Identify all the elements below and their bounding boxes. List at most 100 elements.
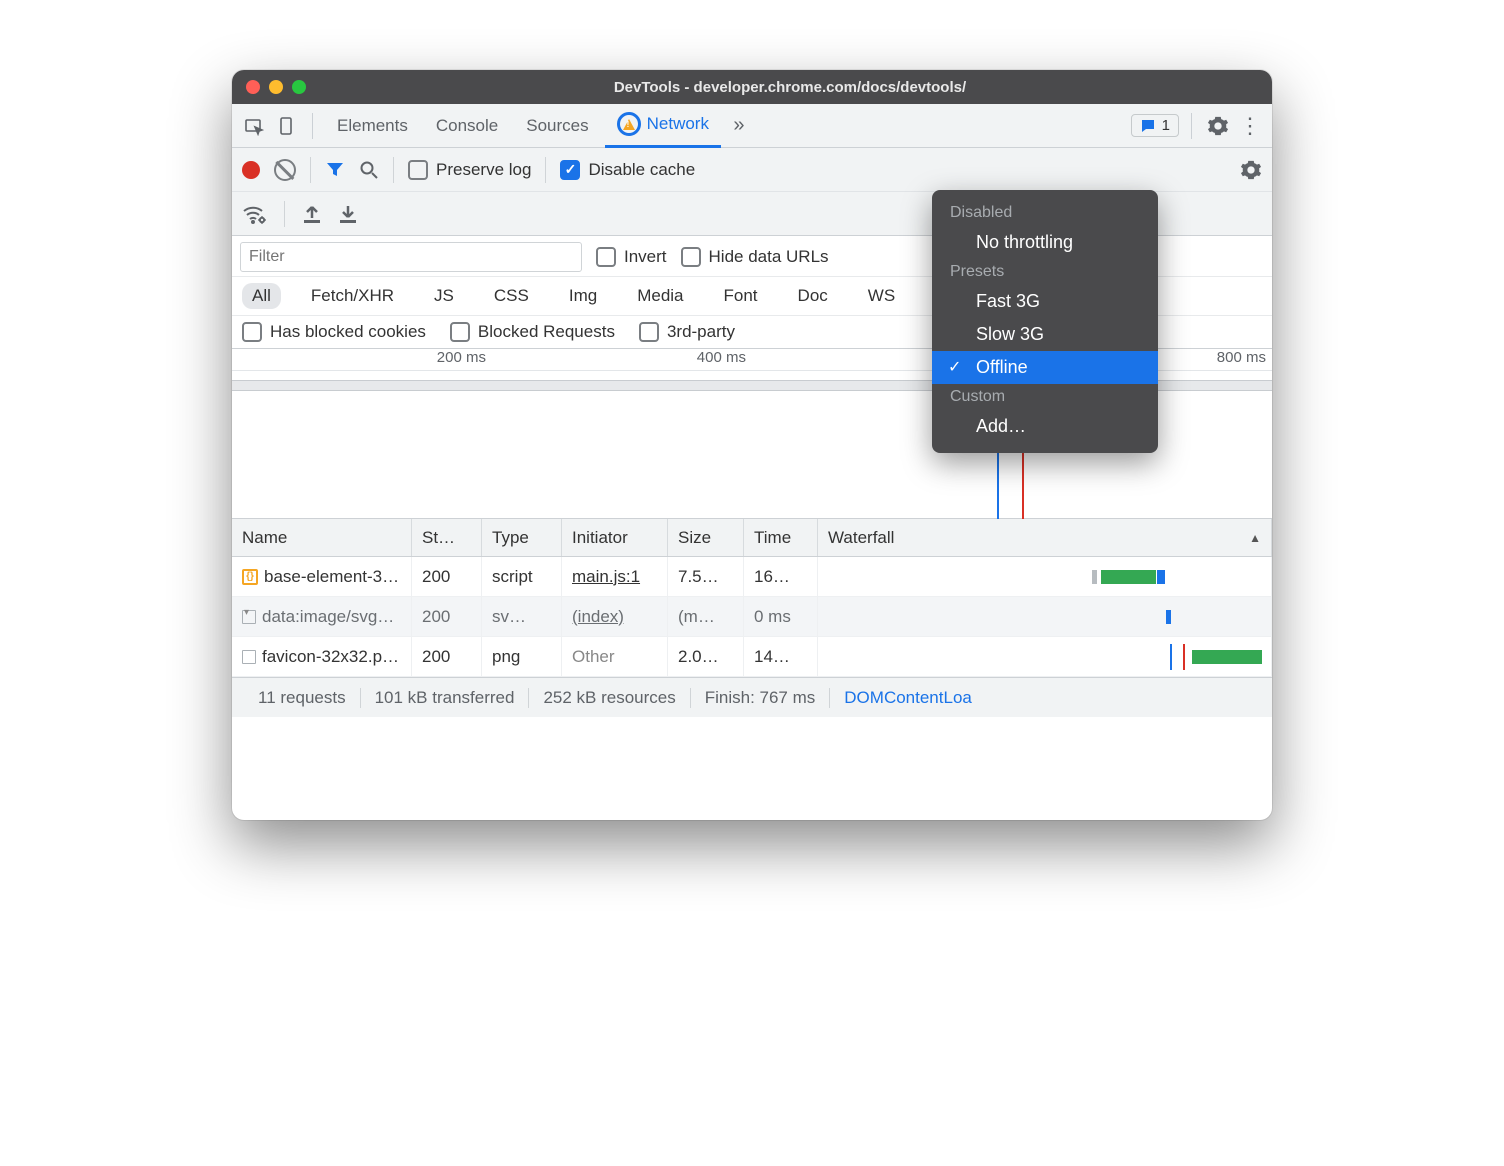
cell-time: 16… [744,557,818,596]
kebab-icon[interactable]: ⋮ [1236,112,1264,140]
chip-img[interactable]: Img [559,283,607,309]
cell-status: 200 [412,637,482,676]
filter-icon[interactable] [325,160,345,180]
checkbox-icon [408,160,428,180]
script-icon [242,569,258,585]
search-icon[interactable] [359,160,379,180]
cell-type: png [482,637,562,676]
messages-button[interactable]: 1 [1131,114,1179,137]
table-row[interactable]: favicon-32x32.p… 200 png Other 2.0… 14… [232,637,1272,677]
network-settings-icon[interactable] [1240,159,1262,181]
header-time[interactable]: Time [744,519,818,556]
tab-console[interactable]: Console [424,104,510,148]
status-domcontentloaded: DOMContentLoa [830,688,986,708]
checkbox-icon [596,247,616,267]
dropdown-group-label: Presets [932,259,1158,285]
export-har-icon[interactable] [339,204,357,224]
status-requests: 11 requests [244,688,361,708]
table-header: Name St… Type Initiator Size Time Waterf… [232,519,1272,557]
throttle-no-throttling[interactable]: No throttling [932,226,1158,259]
chip-fetch-xhr[interactable]: Fetch/XHR [301,283,404,309]
checkbox-icon [681,247,701,267]
record-button[interactable] [242,161,260,179]
throttle-fast-3g[interactable]: Fast 3G [932,285,1158,318]
checkbox-label: Preserve log [436,160,531,180]
import-har-icon[interactable] [303,204,321,224]
checkbox-icon [242,322,262,342]
minimize-icon[interactable] [269,80,283,94]
tab-label: Console [436,116,498,136]
chip-ws[interactable]: WS [858,283,905,309]
checkbox-label: Invert [624,247,667,267]
third-party-checkbox[interactable]: 3rd-party [639,322,735,342]
cell-status: 200 [412,597,482,636]
header-waterfall[interactable]: Waterfall▲ [818,519,1272,556]
inspect-icon[interactable] [240,112,268,140]
tab-label: Sources [526,116,588,136]
sort-icon: ▲ [1249,531,1261,545]
status-finish: Finish: 767 ms [691,688,831,708]
clear-icon[interactable] [274,159,296,181]
chip-js[interactable]: JS [424,283,464,309]
window-title: DevTools - developer.chrome.com/docs/dev… [322,79,1258,96]
cell-size: (m… [668,597,744,636]
cell-name: base-element-3… [264,567,399,587]
disable-cache-checkbox[interactable]: Disable cache [560,160,695,180]
table-row[interactable]: data:image/svg… 200 sv… (index) (m… 0 ms [232,597,1272,637]
messages-count: 1 [1162,117,1170,134]
cell-name: favicon-32x32.p… [262,647,399,667]
cell-size: 2.0… [668,637,744,676]
header-name[interactable]: Name [232,519,412,556]
file-icon [242,650,256,664]
cell-initiator: Other [572,647,615,667]
header-type[interactable]: Type [482,519,562,556]
tab-sources[interactable]: Sources [514,104,600,148]
header-status[interactable]: St… [412,519,482,556]
cell-type: sv… [482,597,562,636]
network-toolbar: Preserve log Disable cache [232,148,1272,192]
header-size[interactable]: Size [668,519,744,556]
chip-media[interactable]: Media [627,283,693,309]
invert-checkbox[interactable]: Invert [596,247,667,267]
more-tabs-icon[interactable]: » [725,112,753,140]
throttling-dropdown: Disabled No throttling Presets Fast 3G S… [932,190,1158,453]
checkbox-label: Blocked Requests [478,322,615,342]
table-row[interactable]: base-element-3… 200 script main.js:1 7.5… [232,557,1272,597]
throttle-offline[interactable]: Offline [932,351,1158,384]
image-icon [242,610,256,624]
settings-icon[interactable] [1204,112,1232,140]
titlebar: DevTools - developer.chrome.com/docs/dev… [232,70,1272,104]
maximize-icon[interactable] [292,80,306,94]
cell-waterfall [818,557,1272,596]
cell-initiator[interactable]: (index) [572,607,624,627]
tab-elements[interactable]: Elements [325,104,420,148]
chip-all[interactable]: All [242,283,281,309]
traffic-lights [246,80,306,94]
divider [1191,113,1192,139]
blocked-cookies-checkbox[interactable]: Has blocked cookies [242,322,426,342]
chip-css[interactable]: CSS [484,283,539,309]
tab-network[interactable]: Network [605,104,721,148]
chip-font[interactable]: Font [714,283,768,309]
checkbox-icon [560,160,580,180]
throttle-slow-3g[interactable]: Slow 3G [932,318,1158,351]
header-initiator[interactable]: Initiator [562,519,668,556]
hide-data-urls-checkbox[interactable]: Hide data URLs [681,247,829,267]
close-icon[interactable] [246,80,260,94]
preserve-log-checkbox[interactable]: Preserve log [408,160,531,180]
cell-waterfall [818,597,1272,636]
panel-tabstrip: Elements Console Sources Network » 1 ⋮ [232,104,1272,148]
cell-time: 14… [744,637,818,676]
cell-initiator[interactable]: main.js:1 [572,567,640,587]
network-conditions-icon[interactable] [242,204,266,224]
throttle-add[interactable]: Add… [932,410,1158,443]
blocked-requests-checkbox[interactable]: Blocked Requests [450,322,615,342]
chip-doc[interactable]: Doc [788,283,838,309]
filter-input[interactable] [240,242,582,272]
dropdown-group-label: Disabled [932,200,1158,226]
tick-label: 200 ms [232,349,492,370]
warning-icon [617,112,641,136]
status-resources: 252 kB resources [529,688,690,708]
device-toggle-icon[interactable] [272,112,300,140]
status-transferred: 101 kB transferred [361,688,530,708]
